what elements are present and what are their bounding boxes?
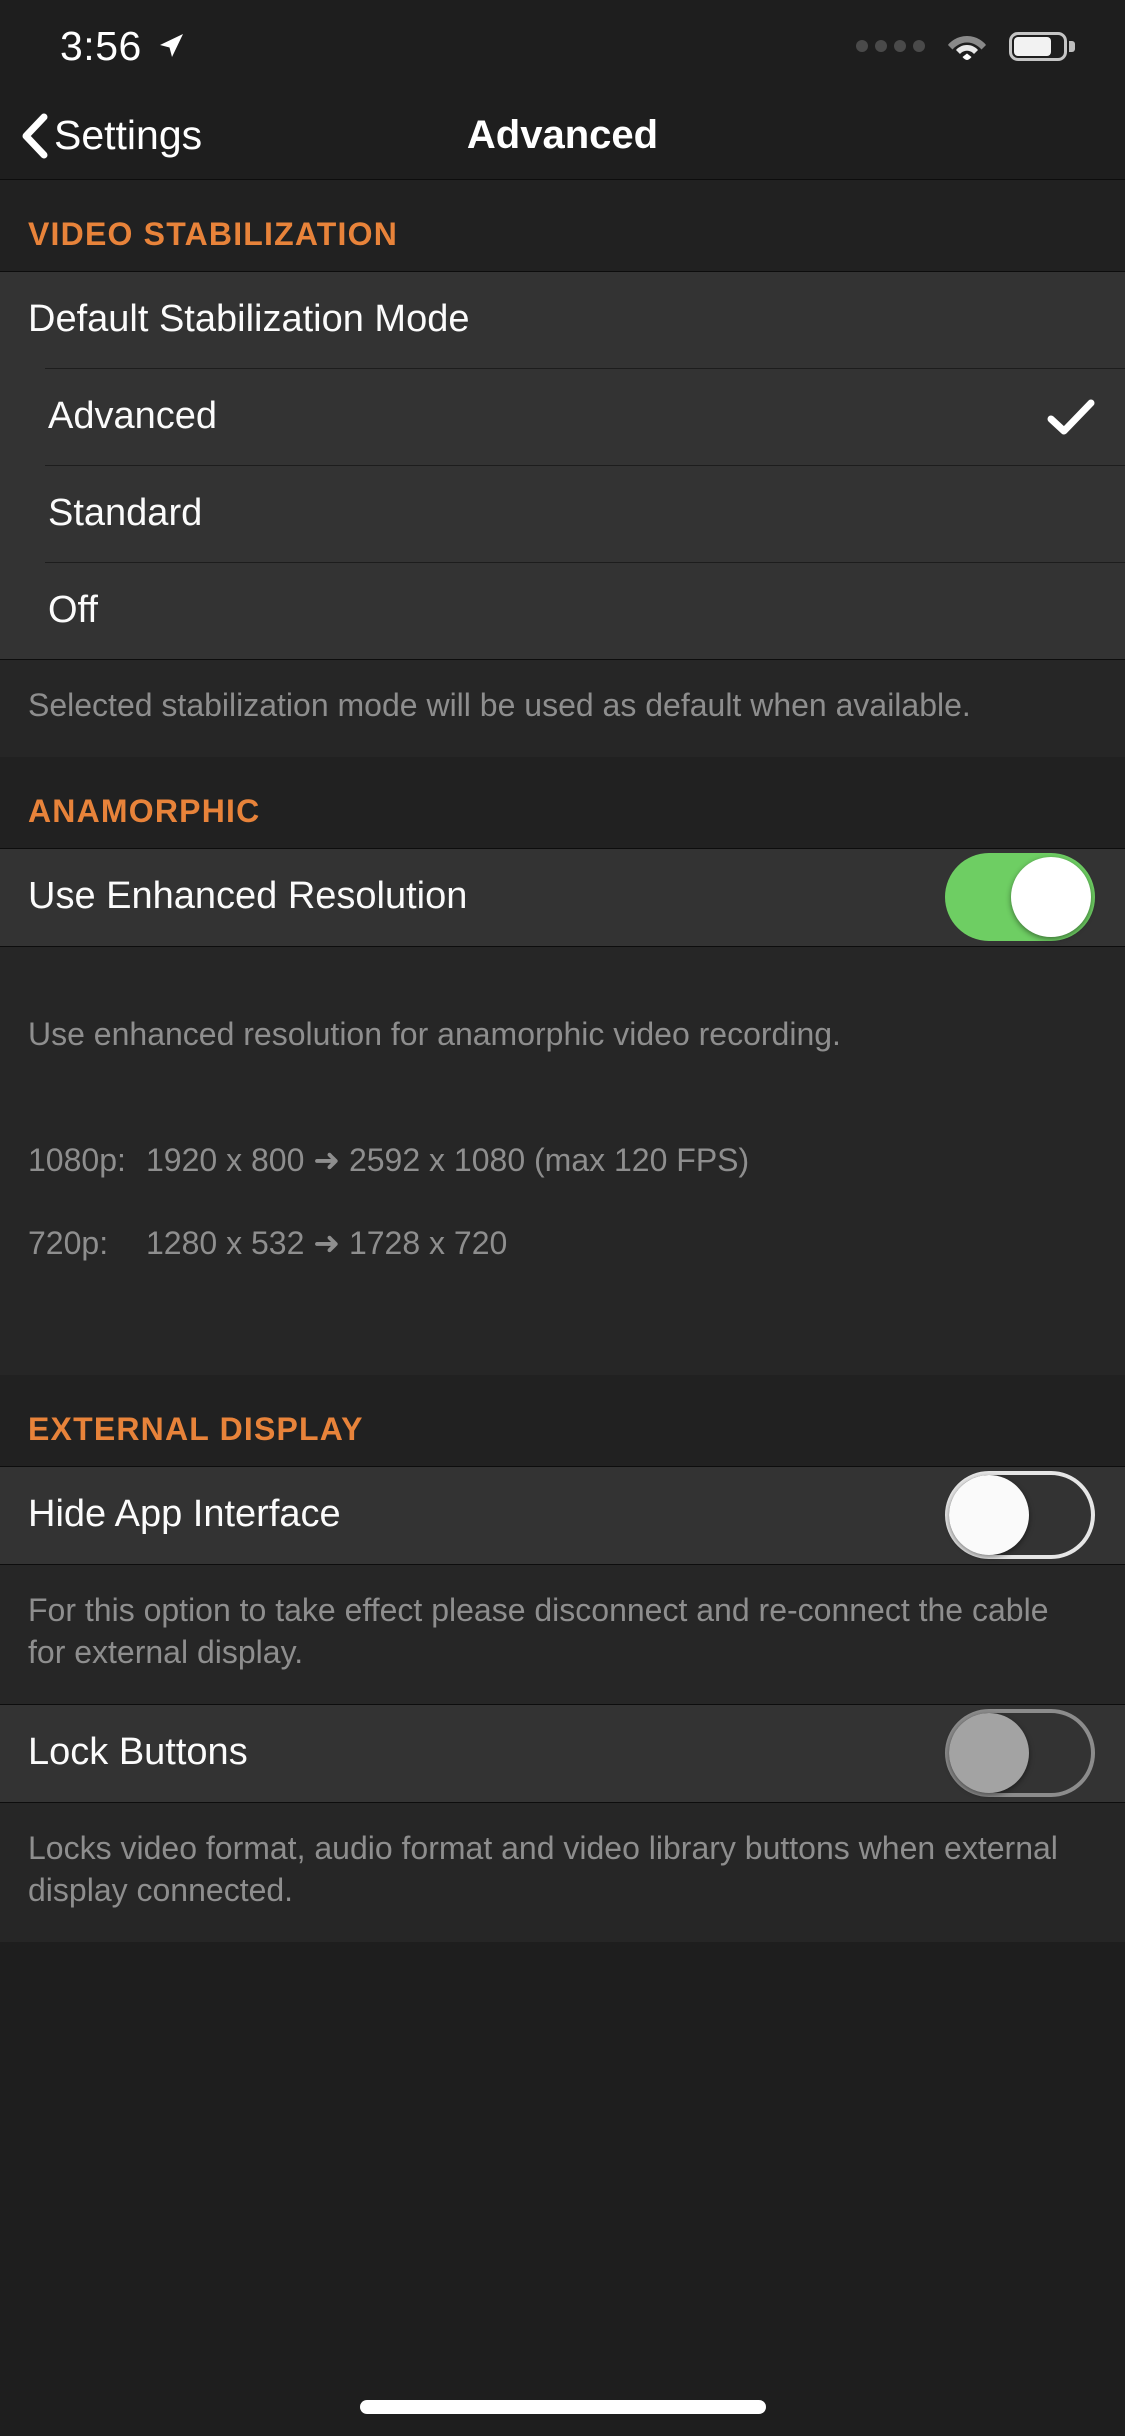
option-label: Standard [48,492,203,535]
section-header-video-stabilization: VIDEO STABILIZATION [0,180,1125,271]
section-header-anamorphic: ANAMORPHIC [0,756,1125,848]
section-footer-video-stabilization: Selected stabilization mode will be used… [0,660,1125,757]
section-footer-external-display: For this option to take effect please di… [0,1564,1125,1704]
section-footer-anamorphic: Use enhanced resolution for anamorphic v… [0,946,1125,1375]
home-indicator[interactable] [359,2400,766,2414]
section-footer-lock-buttons: Locks video format, audio format and vid… [0,1802,1125,1942]
resolution-row-1080p: 1080p: 1920 x 800 ➜ 2592 x 1080 (max 120… [28,1140,1065,1182]
row-hide-app-interface[interactable]: Hide App Interface [0,1466,1125,1564]
resolution-key: 1080p: [28,1141,126,1178]
resolution-key: 720p: [28,1224,109,1261]
toggle-lock-buttons[interactable] [945,1709,1095,1798]
row-label: Hide App Interface [28,1493,341,1536]
toggle-use-enhanced-resolution[interactable] [945,853,1095,942]
footer-text: Use enhanced resolution for anamorphic v… [28,1016,841,1053]
option-label: Off [48,589,98,632]
option-label: Advanced [48,395,218,438]
wifi-icon [947,31,987,61]
row-label: Lock Buttons [28,1731,248,1774]
resolution-value: 1920 x 800 ➜ 2592 x 1080 (max 120 FPS) [146,1141,750,1178]
section-header-external-display: EXTERNAL DISPLAY [0,1374,1125,1466]
signal-dots-icon [856,40,925,52]
toggle-hide-app-interface[interactable] [945,1471,1095,1560]
checkmark-icon [1047,398,1095,436]
option-advanced[interactable]: Advanced [0,369,1125,465]
battery-icon [1009,31,1075,61]
section-cells-anamorphic: Use Enhanced Resolution [0,847,1125,947]
navigation-bar: Settings Advanced [0,92,1125,180]
status-bar-left: 3:56 [60,22,186,69]
status-bar-right [856,31,1075,61]
resolution-row-720p: 720p: 1280 x 532 ➜ 1728 x 720 [28,1223,1065,1265]
status-bar: 3:56 [0,0,1125,92]
back-button[interactable]: Settings [20,113,202,159]
row-default-stabilization-mode[interactable]: Default Stabilization Mode [0,272,1125,368]
chevron-left-icon [20,113,48,159]
status-time: 3:56 [60,22,142,69]
section-cells-video-stabilization: Default Stabilization Mode Advanced Stan… [0,271,1125,660]
row-label: Use Enhanced Resolution [28,875,468,918]
resolution-table: 1080p: 1920 x 800 ➜ 2592 x 1080 (max 120… [28,1098,1065,1306]
section-cells-lock-buttons: Lock Buttons [0,1703,1125,1803]
row-use-enhanced-resolution[interactable]: Use Enhanced Resolution [0,848,1125,946]
app-screen: 3:56 Settings Advanced VIDEO STABILIZATI… [0,0,1125,2436]
option-off[interactable]: Off [0,563,1125,659]
section-cells-external-display: Hide App Interface [0,1465,1125,1565]
back-button-label: Settings [54,112,203,158]
option-standard[interactable]: Standard [0,466,1125,562]
resolution-value: 1280 x 532 ➜ 1728 x 720 [146,1224,508,1261]
row-label: Default Stabilization Mode [28,298,470,341]
row-lock-buttons[interactable]: Lock Buttons [0,1704,1125,1802]
location-arrow-icon [156,31,186,61]
